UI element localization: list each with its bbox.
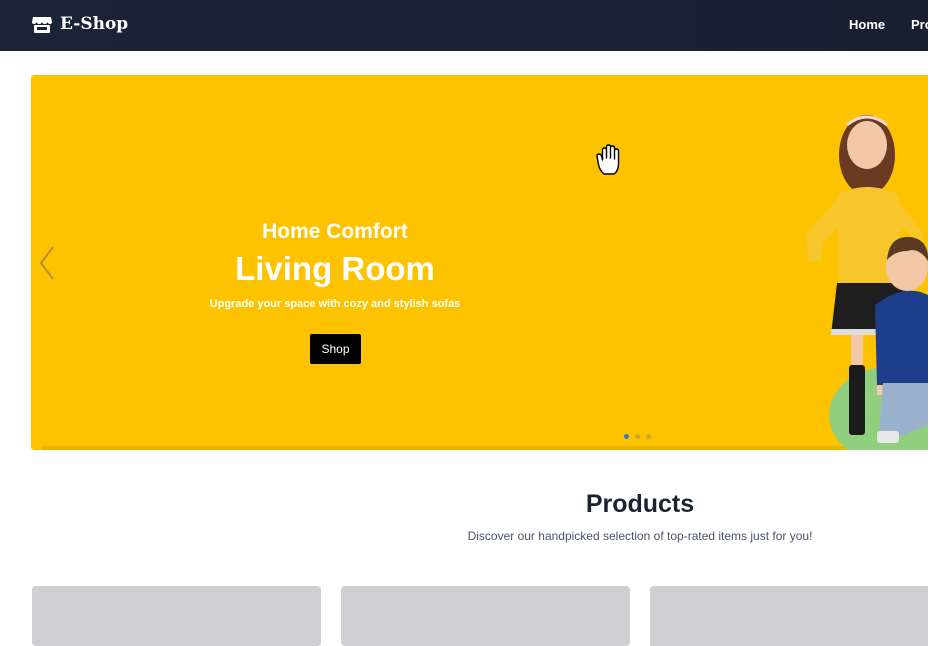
store-icon <box>32 17 52 33</box>
hero-carousel: Home Comfort Living Room Upgrade your sp… <box>31 75 928 450</box>
hero-image <box>805 115 928 450</box>
hero-tagline: Upgrade your space with cozy and stylish… <box>209 298 461 310</box>
product-card[interactable] <box>32 586 321 646</box>
hero-title: Living Room <box>235 250 435 287</box>
chevron-left-icon[interactable] <box>37 243 61 283</box>
carousel-indicators <box>624 434 651 439</box>
hero-subtitle: Home Comfort <box>262 220 408 243</box>
navbar: E-Shop Home Products <box>0 0 928 51</box>
hand-cursor-icon <box>596 144 620 175</box>
hero-text: Home Comfort Living Room Upgrade your sp… <box>176 216 494 310</box>
carousel-dot-1[interactable] <box>624 434 629 439</box>
product-card[interactable] <box>650 586 928 646</box>
products-subtitle: Discover our handpicked selection of top… <box>467 529 813 543</box>
nav-link-products[interactable]: Products <box>911 17 928 32</box>
carousel-dot-3[interactable] <box>646 434 651 439</box>
product-card[interactable] <box>341 586 630 646</box>
carousel-dot-2[interactable] <box>635 434 640 439</box>
nav-link-home[interactable]: Home <box>849 17 885 32</box>
brand[interactable]: E-Shop <box>31 13 128 35</box>
brand-name: E-Shop <box>60 14 129 34</box>
shop-button[interactable]: Shop <box>310 334 361 364</box>
products-title: Products <box>585 490 695 518</box>
